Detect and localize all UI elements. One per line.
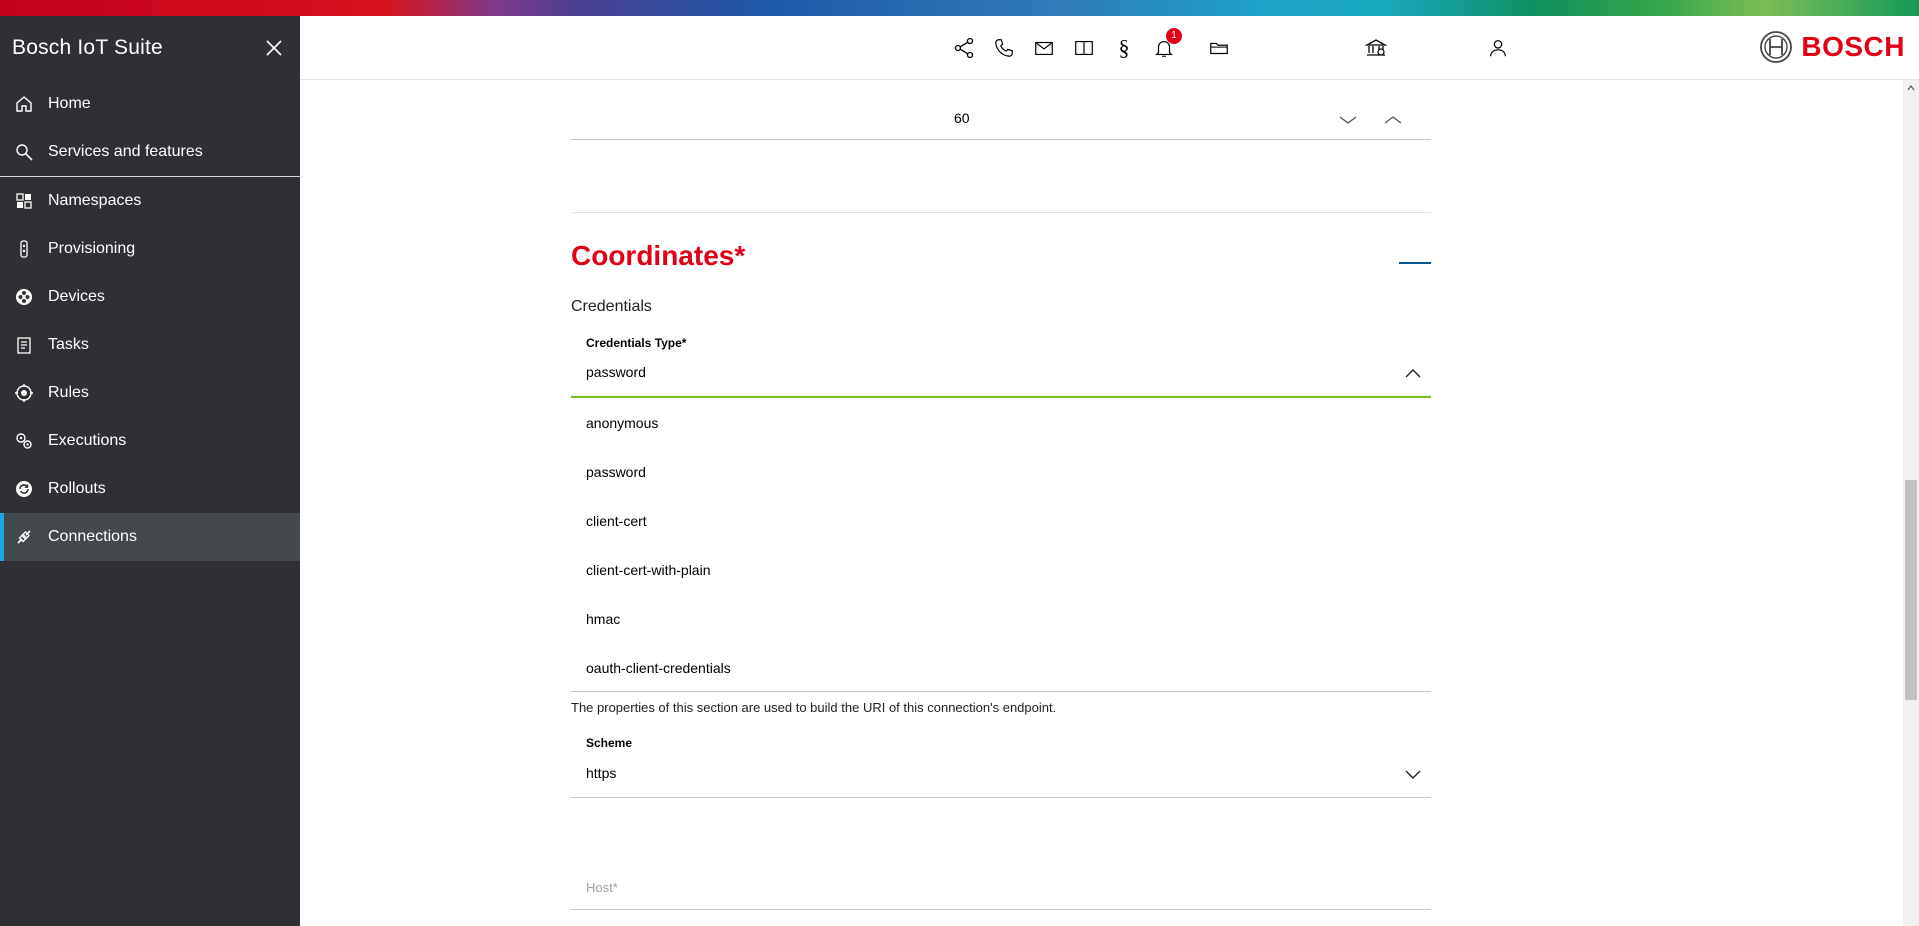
provisioning-icon — [12, 237, 36, 261]
section-title: Coordinates* — [571, 240, 746, 271]
section-sign-icon: § — [1118, 35, 1130, 60]
share-button[interactable] — [950, 34, 978, 62]
bank-icon — [1364, 39, 1388, 56]
book-icon — [1075, 40, 1093, 56]
executions-icon — [12, 429, 36, 453]
chevron-down-icon — [1405, 770, 1421, 779]
sidebar-item-connections[interactable]: Connections — [0, 513, 300, 561]
section-divider — [571, 212, 1431, 213]
credentials-type-value: password — [586, 364, 646, 380]
option-hmac[interactable]: hmac — [571, 594, 1431, 643]
phone-icon — [995, 39, 1013, 57]
close-sidebar-button[interactable] — [260, 34, 288, 62]
sidebar-item-label: Namespaces — [48, 192, 142, 209]
sidebar-item-label: Connections — [48, 528, 137, 545]
notification-badge: 1 — [1166, 28, 1182, 44]
namespaces-icon — [12, 189, 36, 213]
sidebar-item-label: Rollouts — [48, 480, 106, 497]
credentials-heading: Credentials — [571, 298, 652, 315]
sidebar-item-label: Home — [48, 95, 91, 112]
sidebar-item-label: Provisioning — [48, 240, 136, 257]
sidebar: Bosch IoT Suite Home Services and featur… — [0, 16, 300, 926]
option-client-cert[interactable]: client-cert — [571, 496, 1431, 545]
sidebar-item-executions[interactable]: Executions — [0, 417, 300, 465]
increment-button[interactable] — [1381, 108, 1405, 132]
option-client-cert-with-plain[interactable]: client-cert-with-plain — [571, 545, 1431, 594]
top-header: § 1 BOSCH — [300, 16, 1919, 80]
credentials-type-select[interactable]: Credentials Type* password — [571, 324, 1431, 398]
chevron-up-icon — [1405, 369, 1421, 378]
sidebar-item-label: Tasks — [48, 336, 89, 353]
chevron-up-icon — [1907, 85, 1915, 91]
app-title: Bosch IoT Suite — [12, 36, 163, 59]
brand-wordmark: BOSCH — [1801, 31, 1905, 62]
user-button[interactable] — [1484, 34, 1512, 62]
mail-button[interactable] — [1030, 34, 1058, 62]
phone-button[interactable] — [990, 34, 1018, 62]
coordinates-help-text: The properties of this section are used … — [571, 700, 1057, 715]
option-password[interactable]: password — [571, 447, 1431, 496]
mail-icon — [1035, 41, 1053, 56]
rules-icon — [12, 381, 36, 405]
sidebar-item-devices[interactable]: Devices — [0, 273, 300, 321]
sidebar-item-provisioning[interactable]: Provisioning — [0, 225, 300, 273]
notifications-button[interactable]: 1 — [1150, 28, 1182, 62]
home-icon — [12, 92, 36, 116]
credentials-type-options: anonymous password client-cert client-ce… — [571, 398, 1431, 692]
page-scrollbar[interactable] — [1903, 80, 1919, 926]
folder-button[interactable] — [1205, 34, 1233, 62]
number-value: 60 — [954, 110, 970, 126]
option-anonymous[interactable]: anonymous — [571, 398, 1431, 447]
sidebar-item-tasks[interactable]: Tasks — [0, 321, 300, 369]
docs-button[interactable] — [1070, 34, 1098, 62]
brand-stripe — [0, 0, 1919, 16]
legal-button[interactable]: § — [1110, 34, 1138, 62]
search-icon — [12, 140, 36, 164]
credentials-type-label: Credentials Type* — [586, 336, 687, 350]
chevron-up-icon — [1384, 116, 1402, 124]
connections-icon — [12, 525, 36, 549]
sidebar-item-rollouts[interactable]: Rollouts — [0, 465, 300, 513]
scheme-select[interactable]: Scheme https — [571, 722, 1431, 798]
sidebar-item-home[interactable]: Home — [0, 80, 300, 128]
folder-icon — [1210, 42, 1228, 55]
scheme-value: https — [586, 765, 617, 781]
scrollbar-thumb[interactable] — [1905, 480, 1917, 700]
chevron-down-icon — [1339, 116, 1357, 124]
tasks-icon — [12, 333, 36, 357]
rollouts-icon — [12, 477, 36, 501]
sidebar-item-label: Services and features — [48, 143, 203, 160]
user-icon — [1490, 40, 1506, 57]
sidebar-item-label: Executions — [48, 432, 127, 449]
host-input[interactable] — [586, 880, 1406, 895]
bosch-logo: BOSCH — [1759, 30, 1905, 64]
option-oauth-client-credentials[interactable]: oauth-client-credentials — [571, 643, 1431, 692]
sidebar-header: Bosch IoT Suite — [0, 16, 300, 80]
scroll-up-button[interactable] — [1903, 80, 1919, 96]
share-icon — [954, 37, 974, 59]
sidebar-item-namespaces[interactable]: Namespaces — [0, 177, 300, 225]
devices-icon — [12, 285, 36, 309]
number-stepper[interactable]: 60 — [571, 102, 1431, 140]
decrement-button[interactable] — [1336, 108, 1360, 132]
scheme-label: Scheme — [586, 736, 633, 750]
sidebar-item-rules[interactable]: Rules — [0, 369, 300, 417]
close-icon — [266, 40, 282, 56]
sidebar-item-label: Devices — [48, 288, 105, 305]
collapse-section-button[interactable] — [1399, 255, 1431, 271]
bosch-armature-icon — [1760, 31, 1793, 63]
host-field[interactable] — [571, 870, 1431, 910]
institution-button[interactable] — [1362, 34, 1390, 62]
sidebar-item-services[interactable]: Services and features — [0, 128, 300, 176]
sidebar-item-label: Rules — [48, 384, 89, 401]
